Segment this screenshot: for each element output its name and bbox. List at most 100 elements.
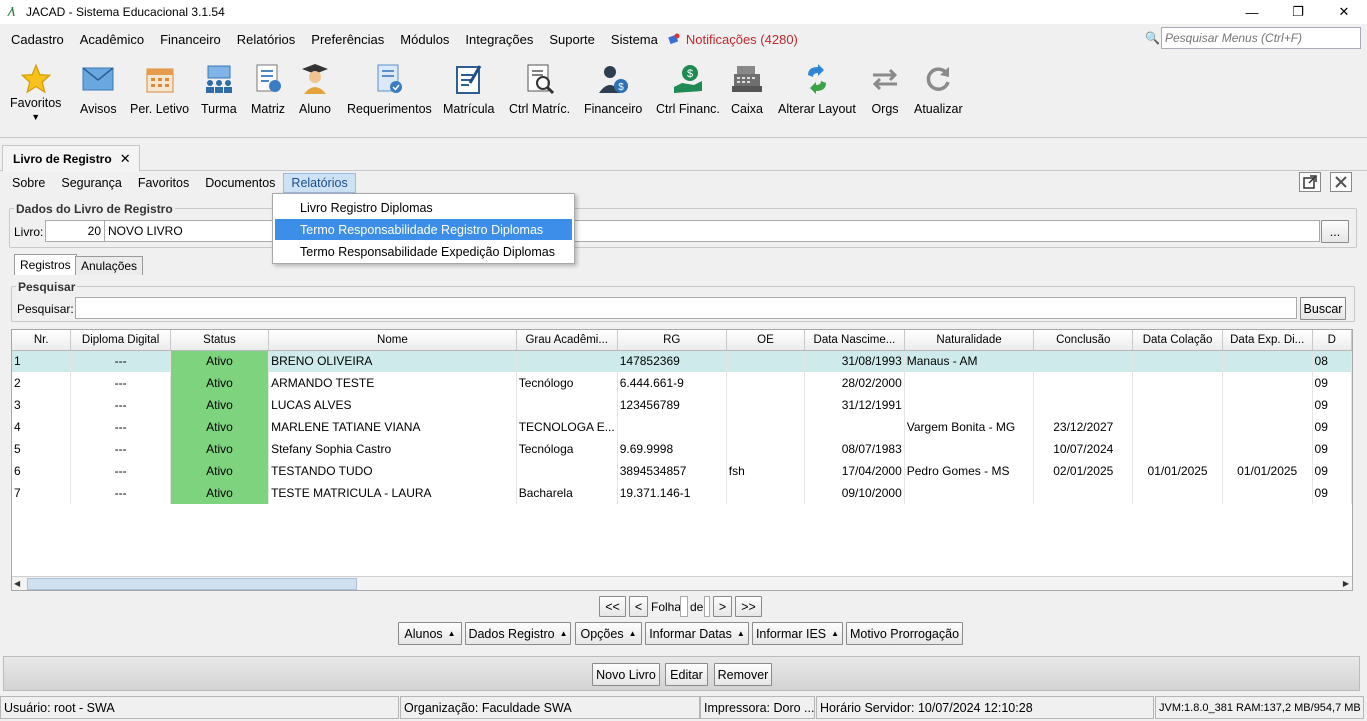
toolbar-ctrl-financ[interactable]: $ Ctrl Financ. bbox=[656, 62, 720, 116]
column-header[interactable]: Data Colação bbox=[1132, 330, 1223, 351]
editar-button[interactable]: Editar bbox=[665, 663, 708, 686]
close-tab-icon[interactable]: ✕ bbox=[120, 151, 131, 167]
request-icon bbox=[373, 62, 405, 96]
table-row[interactable]: 6 --- Ativo TESTANDO TUDO 3894534857 fsh 17/04… bbox=[12, 460, 1352, 482]
toolbar-ctrl-matric[interactable]: Ctrl Matríc. bbox=[509, 62, 570, 116]
menu-seguranca[interactable]: Segurança bbox=[53, 173, 129, 193]
toolbar-caixa[interactable]: Caixa bbox=[731, 62, 763, 116]
menu-sobre[interactable]: Sobre bbox=[0, 173, 53, 193]
notifications-link[interactable]: Notificações (4280) bbox=[668, 32, 798, 47]
informar-ies-button[interactable]: Informar IES ▲ bbox=[752, 622, 843, 645]
scroll-thumb[interactable] bbox=[27, 578, 357, 590]
toolbar-aluno[interactable]: Aluno bbox=[299, 62, 331, 116]
toolbar-favoritos[interactable]: Favoritos ▼ bbox=[10, 62, 61, 122]
menu-search-input[interactable] bbox=[1161, 27, 1361, 49]
informar-datas-button[interactable]: Informar Datas ▲ bbox=[645, 622, 749, 645]
column-header[interactable]: Nome bbox=[268, 330, 517, 351]
table-cell: --- bbox=[70, 482, 171, 504]
menu-modulos[interactable]: Módulos bbox=[392, 32, 457, 47]
column-header[interactable]: Naturalidade bbox=[904, 330, 1035, 351]
table-cell: 17/04/2000 bbox=[804, 460, 905, 482]
table-row[interactable]: 3 --- Ativo LUCAS ALVES 123456789 31/12/1991 0… bbox=[12, 394, 1352, 416]
restore-button[interactable]: ❐ bbox=[1275, 0, 1321, 24]
last-page-button[interactable]: >> bbox=[735, 596, 762, 617]
menu-academico[interactable]: Acadêmico bbox=[72, 32, 152, 47]
menu-item-termo-resp-expedicao[interactable]: Termo Responsabilidade Expedição Diploma… bbox=[275, 241, 572, 262]
toolbar-turma[interactable]: Turma bbox=[201, 62, 237, 116]
toolbar-requerimentos[interactable]: Requerimentos bbox=[347, 62, 432, 116]
dados-registro-button[interactable]: Dados Registro ▲ bbox=[465, 622, 571, 645]
column-header[interactable]: D bbox=[1312, 330, 1352, 351]
tab-registros[interactable]: Registros bbox=[14, 254, 77, 275]
relatorios-dropdown: Livro Registro Diplomas Termo Responsabi… bbox=[272, 193, 575, 264]
buscar-button[interactable]: Buscar bbox=[1300, 297, 1346, 320]
toolbar-matriz[interactable]: Matriz bbox=[251, 62, 285, 116]
menu-financeiro[interactable]: Financeiro bbox=[152, 32, 229, 47]
detach-window-icon[interactable] bbox=[1299, 172, 1321, 192]
menu-documentos[interactable]: Documentos bbox=[197, 173, 283, 193]
toolbar-matricula[interactable]: Matrícula bbox=[443, 62, 494, 116]
column-header[interactable]: OE bbox=[726, 330, 806, 351]
column-header[interactable]: Nr. bbox=[12, 330, 72, 351]
table-cell bbox=[904, 482, 1035, 504]
menu-favoritos[interactable]: Favoritos bbox=[130, 173, 197, 193]
toolbar-orgs[interactable]: Orgs bbox=[869, 62, 901, 116]
close-form-icon[interactable] bbox=[1330, 172, 1352, 192]
prev-page-button[interactable]: < bbox=[629, 596, 648, 617]
alunos-button[interactable]: Alunos ▲ bbox=[398, 622, 462, 645]
browse-book-button[interactable]: ... bbox=[1321, 220, 1349, 243]
column-header[interactable]: Data Exp. Di... bbox=[1222, 330, 1313, 351]
menu-cadastro[interactable]: Cadastro bbox=[0, 32, 72, 47]
table-row[interactable]: 2 --- Ativo ARMANDO TESTE Tecnólogo 6.444.661… bbox=[12, 372, 1352, 394]
tab-livro-de-registro[interactable]: Livro de Registro ✕ bbox=[2, 145, 140, 172]
table-cell: 7 bbox=[12, 482, 72, 504]
toolbar-avisos[interactable]: Avisos bbox=[80, 62, 117, 116]
menu-preferencias[interactable]: Preferências bbox=[303, 32, 392, 47]
scroll-right-icon[interactable]: ▶ bbox=[1343, 579, 1349, 588]
menu-relatorios-form[interactable]: Relatórios bbox=[283, 173, 356, 193]
svg-text:$: $ bbox=[687, 68, 693, 80]
book-number-field[interactable]: 20 bbox=[45, 220, 105, 242]
menu-search: 🔍 bbox=[1145, 27, 1361, 49]
next-page-button[interactable]: > bbox=[713, 596, 732, 617]
scroll-left-icon[interactable]: ◀ bbox=[14, 579, 20, 588]
minimize-button[interactable]: — bbox=[1229, 0, 1275, 24]
menu-item-termo-resp-registro[interactable]: Termo Responsabilidade Registro Diplomas bbox=[275, 219, 572, 240]
status-printer[interactable]: Impressora: Doro ... bbox=[700, 696, 815, 719]
registros-search-input[interactable] bbox=[75, 297, 1297, 319]
column-header[interactable]: Diploma Digital bbox=[70, 330, 171, 351]
tab-anulacoes[interactable]: Anulações bbox=[75, 256, 144, 275]
table-cell: 23/12/2027 bbox=[1033, 416, 1134, 438]
table-cell: 09 bbox=[1312, 394, 1352, 416]
column-header[interactable]: RG bbox=[617, 330, 727, 351]
menu-item-livro-registro-diplomas[interactable]: Livro Registro Diplomas bbox=[275, 197, 572, 218]
novo-livro-button[interactable]: Novo Livro bbox=[592, 663, 660, 686]
horizontal-scrollbar[interactable]: ◀ ▶ bbox=[12, 576, 1352, 590]
opcoes-button[interactable]: Opções ▲ bbox=[575, 622, 642, 645]
close-window-button[interactable]: ✕ bbox=[1321, 0, 1367, 24]
table-cell: 09 bbox=[1312, 438, 1352, 460]
menu-suporte[interactable]: Suporte bbox=[541, 32, 603, 47]
table-row[interactable]: 5 --- Ativo Stefany Sophia Castro Tecnóloga 9… bbox=[12, 438, 1352, 460]
toolbar-alterar-layout[interactable]: Alterar Layout bbox=[778, 62, 856, 116]
column-header[interactable]: Status bbox=[170, 330, 270, 351]
table-cell: Tecnóloga bbox=[516, 438, 618, 460]
table-cell: --- bbox=[70, 350, 171, 372]
toolbar-financeiro[interactable]: $ Financeiro bbox=[584, 62, 642, 116]
table-row[interactable]: 7 --- Ativo TESTE MATRICULA - LAURA Bacharel… bbox=[12, 482, 1352, 504]
column-header[interactable]: Grau Acadêmi... bbox=[516, 330, 618, 351]
menu-sistema[interactable]: Sistema bbox=[603, 32, 666, 47]
menu-integracoes[interactable]: Integrações bbox=[457, 32, 541, 47]
first-page-button[interactable]: << bbox=[599, 596, 626, 617]
button-label: Opções bbox=[580, 626, 624, 641]
menu-relatorios[interactable]: Relatórios bbox=[229, 32, 304, 47]
toolbar-per-letivo[interactable]: Per. Letivo bbox=[130, 62, 189, 116]
column-header[interactable]: Conclusão bbox=[1033, 330, 1134, 351]
motivo-prorrogacao-button[interactable]: Motivo Prorrogação bbox=[846, 622, 963, 645]
table-row[interactable]: 4 --- Ativo MARLENE TATIANE VIANA TECNOLOGA … bbox=[12, 416, 1352, 438]
toolbar-atualizar[interactable]: Atualizar bbox=[914, 62, 963, 116]
page-number-field[interactable] bbox=[680, 596, 688, 617]
table-row[interactable]: 1 --- Ativo BRENO OLIVEIRA 147852369 31/08/19… bbox=[12, 350, 1352, 372]
remover-button[interactable]: Remover bbox=[714, 663, 772, 686]
column-header[interactable]: Data Nascime... bbox=[804, 330, 905, 351]
